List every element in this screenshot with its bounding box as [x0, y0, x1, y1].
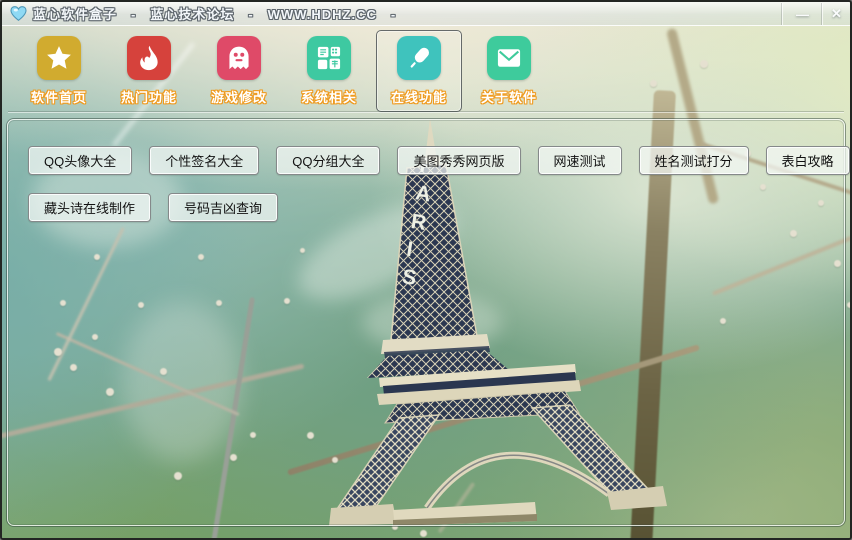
widgets-icon [307, 36, 351, 80]
ghost-icon [217, 36, 261, 80]
shortcut-button[interactable]: 表白攻略 [766, 146, 850, 175]
shortcut-button[interactable]: QQ头像大全 [28, 146, 132, 175]
toolbar-item-label: 系统相关 [301, 87, 357, 106]
content-panel: QQ头像大全 个性签名大全 QQ分组大全 美图秀秀网页版 网速测试 姓名测试打分… [7, 119, 845, 526]
toolbar-item-label: 软件首页 [31, 87, 87, 106]
shortcut-button[interactable]: 号码吉凶查询 [168, 193, 278, 222]
toolbar-item-hot-functions[interactable]: 热门功能 [106, 30, 192, 112]
shortcut-row-2: 藏头诗在线制作 号码吉凶查询 [28, 193, 824, 222]
star-icon [37, 36, 81, 80]
heart-logo-icon [10, 6, 27, 21]
toolbar-item-system-related[interactable]: 系统相关 [286, 30, 372, 112]
titlebar: 蓝心软件盒子 - 蓝心技术论坛 - WWW.HDHZ.CC - — ✕ [2, 2, 850, 26]
toolbar-item-label: 热门功能 [121, 87, 177, 106]
close-button[interactable]: ✕ [822, 3, 850, 25]
shortcut-button[interactable]: QQ分组大全 [276, 146, 380, 175]
toolbar-item-label: 关于软件 [481, 87, 537, 106]
app-window: PARIS 蓝心软件盒子 - 蓝心技术论坛 - WWW.HDHZ.CC - — … [0, 0, 852, 540]
popsicle-icon [397, 36, 441, 80]
toolbar: 软件首页 热门功能 游戏修改 [2, 30, 850, 112]
shortcut-button[interactable]: 美图秀秀网页版 [397, 146, 520, 175]
flame-icon [127, 36, 171, 80]
shortcut-row-1: QQ头像大全 个性签名大全 QQ分组大全 美图秀秀网页版 网速测试 姓名测试打分… [28, 146, 824, 175]
toolbar-item-software-home[interactable]: 软件首页 [16, 30, 102, 112]
toolbar-item-label: 游戏修改 [211, 87, 267, 106]
shortcut-button[interactable]: 网速测试 [538, 146, 622, 175]
window-controls: — ✕ [782, 3, 850, 25]
window-title: 蓝心软件盒子 - 蓝心技术论坛 - WWW.HDHZ.CC - [33, 4, 396, 23]
shortcut-button[interactable]: 姓名测试打分 [639, 146, 749, 175]
toolbar-item-online-functions[interactable]: 在线功能 [376, 30, 462, 112]
toolbar-item-game-mods[interactable]: 游戏修改 [196, 30, 282, 112]
minimize-button[interactable]: — [782, 3, 822, 25]
minimize-icon: — [796, 7, 809, 22]
bud [847, 302, 850, 308]
toolbar-item-label: 在线功能 [391, 87, 447, 106]
toolbar-separator [8, 112, 844, 113]
close-icon: ✕ [831, 6, 842, 22]
shortcut-button[interactable]: 藏头诗在线制作 [28, 193, 151, 222]
envelope-icon [487, 36, 531, 80]
shortcut-button[interactable]: 个性签名大全 [149, 146, 259, 175]
bud [420, 530, 427, 537]
toolbar-item-about-software[interactable]: 关于软件 [466, 30, 552, 112]
